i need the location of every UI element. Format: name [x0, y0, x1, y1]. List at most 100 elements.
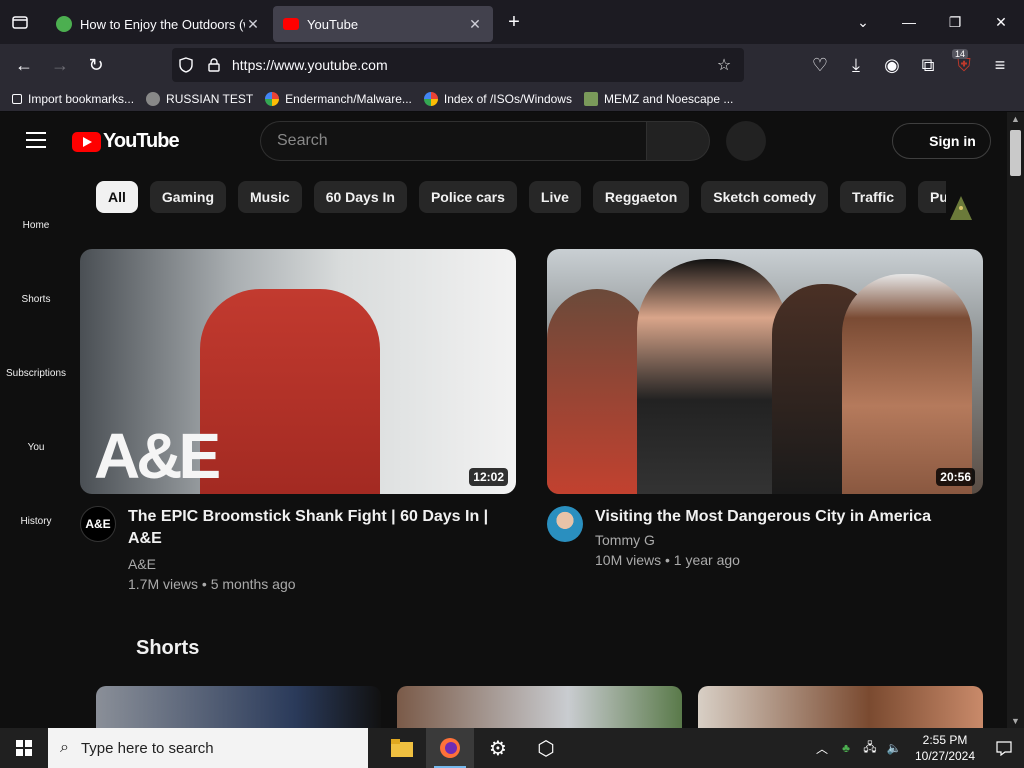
- maximize-button[interactable]: ❐: [932, 0, 978, 44]
- scrollbar-thumb[interactable]: [1010, 130, 1021, 176]
- video-stats: 10M views • 1 year ago: [595, 552, 740, 568]
- search-button[interactable]: [646, 121, 710, 161]
- bookmark-import[interactable]: Import bookmarks...: [12, 92, 134, 106]
- video-thumbnail[interactable]: A&E 12:02: [80, 249, 516, 494]
- new-tab-button[interactable]: +: [497, 5, 531, 39]
- close-window-button[interactable]: ✕: [978, 0, 1024, 44]
- video-title[interactable]: Visiting the Most Dangerous City in Amer…: [595, 506, 931, 528]
- file-explorer-icon[interactable]: [378, 728, 426, 768]
- bookmark-endermanch[interactable]: Endermanch/Malware...: [265, 91, 412, 106]
- tab-bar: How to Enjoy the Outdoors (wit ✕ YouTube…: [0, 0, 1024, 44]
- bookmarks-bar: Import bookmarks... RUSSIAN TEST Enderma…: [0, 86, 1024, 112]
- sidebar-item-you[interactable]: You: [0, 442, 72, 453]
- extensions-icon[interactable]: ⧉: [910, 49, 946, 81]
- lock-icon[interactable]: [200, 58, 228, 72]
- downloads-icon[interactable]: ⤓: [838, 49, 874, 81]
- tab-overflow-chevron-icon[interactable]: ⌄: [840, 0, 886, 44]
- minimize-button[interactable]: —: [886, 0, 932, 44]
- chip-sketch-comedy[interactable]: Sketch comedy: [701, 181, 828, 213]
- logo-text: YouTube: [103, 130, 180, 152]
- notification-icon[interactable]: [984, 740, 1024, 756]
- bookmark-label: Index of /ISOs/Windows: [443, 91, 572, 106]
- sidebar-item-home[interactable]: Home: [0, 220, 72, 231]
- taskbar-search-input[interactable]: ⌕ Type here to search: [48, 728, 368, 768]
- firefox-icon[interactable]: [426, 728, 474, 768]
- chip-punch[interactable]: Punch: [918, 181, 946, 213]
- chip-60-days-in[interactable]: 60 Days In: [313, 181, 407, 213]
- bookmark-isos[interactable]: Index of /ISOs/Windows: [423, 91, 572, 106]
- scroll-down-icon[interactable]: ▼: [1007, 716, 1024, 726]
- short-thumbnail[interactable]: [96, 686, 381, 728]
- chip-police-cars[interactable]: Police cars: [418, 181, 517, 213]
- youtube-logo[interactable]: YouTube: [72, 130, 180, 153]
- nav-bar: ← → ↻ https://www.youtube.com ☆ ♡ ⤓ ◉ ⧉ …: [0, 44, 1024, 86]
- 3d-viewer-icon[interactable]: ⬡: [522, 728, 570, 768]
- thumbnail-figure: [200, 289, 380, 494]
- menu-icon[interactable]: ≡: [982, 49, 1018, 81]
- chip-bar: All Gaming Music 60 Days In Police cars …: [96, 181, 946, 213]
- volume-icon[interactable]: 🔈: [882, 741, 906, 755]
- bookmark-russian-test[interactable]: RUSSIAN TEST: [146, 91, 253, 106]
- search-icon: ⌕: [60, 739, 69, 756]
- bookmark-memz[interactable]: MEMZ and Noescape ...: [583, 91, 734, 106]
- youtube-page: YouTube Search Sign in Home Shorts Subsc…: [0, 112, 1007, 728]
- short-thumbnail[interactable]: [397, 686, 682, 728]
- import-icon: [12, 93, 22, 104]
- start-button[interactable]: [0, 728, 48, 768]
- sign-in-button[interactable]: Sign in: [892, 123, 991, 159]
- chip-music[interactable]: Music: [238, 181, 302, 213]
- guide-menu-icon[interactable]: [26, 132, 46, 148]
- pocket-icon[interactable]: ♡: [802, 49, 838, 81]
- sidebar-item-history[interactable]: History: [0, 516, 72, 527]
- channel-avatar[interactable]: A&E: [80, 506, 116, 542]
- chip-reggaeton[interactable]: Reggaeton: [592, 181, 690, 213]
- video-card[interactable]: 20:56 Visiting the Most Dangerous City i…: [547, 249, 983, 570]
- chip-gaming[interactable]: Gaming: [149, 181, 227, 213]
- chip-all[interactable]: All: [96, 181, 138, 213]
- system-tray: ︿ ♣ 🖧 🔈 2:55 PM 10/27/2024: [810, 728, 1024, 768]
- bookmark-label: MEMZ and Noescape ...: [603, 91, 734, 106]
- reload-button[interactable]: ↻: [78, 49, 114, 81]
- tray-app-icon[interactable]: ♣: [834, 741, 858, 755]
- sign-in-label: Sign in: [929, 133, 976, 149]
- chip-traffic[interactable]: Traffic: [839, 181, 906, 213]
- bookmark-label: Endermanch/Malware...: [285, 91, 412, 106]
- forward-button[interactable]: →: [42, 49, 78, 81]
- tab-list-button[interactable]: [0, 0, 40, 44]
- shield-icon[interactable]: [172, 57, 200, 73]
- tab-youtube[interactable]: YouTube ✕: [273, 6, 493, 42]
- page-scrollbar[interactable]: ▲ ▼: [1007, 112, 1024, 728]
- tab-title: YouTube: [307, 16, 359, 32]
- back-button[interactable]: ←: [6, 49, 42, 81]
- search-input[interactable]: Search: [260, 121, 646, 161]
- channel-name[interactable]: Tommy G: [595, 530, 931, 550]
- windows-icon: [16, 740, 32, 756]
- channel-avatar[interactable]: [547, 506, 583, 542]
- image-icon: [583, 91, 598, 106]
- google-icon: [423, 91, 438, 106]
- tab-title: How to Enjoy the Outdoors (wit: [80, 16, 245, 32]
- doodle-icon[interactable]: [946, 194, 986, 224]
- video-title[interactable]: The EPIC Broomstick Shank Fight | 60 Day…: [128, 506, 516, 550]
- close-tab-icon[interactable]: ✕: [467, 16, 483, 33]
- tab-favicon-icon: [56, 16, 72, 32]
- close-tab-icon[interactable]: ✕: [245, 16, 261, 33]
- tab-outdoors[interactable]: How to Enjoy the Outdoors (wit ✕: [46, 6, 271, 42]
- video-thumbnail[interactable]: 20:56: [547, 249, 983, 494]
- short-thumbnail[interactable]: [698, 686, 983, 728]
- scroll-up-icon[interactable]: ▲: [1007, 114, 1024, 124]
- clock[interactable]: 2:55 PM 10/27/2024: [906, 732, 984, 764]
- video-card[interactable]: A&E 12:02 A&E The EPIC Broomstick Shank …: [80, 249, 516, 594]
- thumbnail-figure: [637, 259, 787, 494]
- network-icon[interactable]: 🖧: [858, 738, 882, 759]
- sidebar-item-shorts[interactable]: Shorts: [0, 294, 72, 305]
- account-icon[interactable]: ◉: [874, 49, 910, 81]
- address-bar[interactable]: https://www.youtube.com ☆: [172, 48, 744, 82]
- bookmark-star-icon[interactable]: ☆: [710, 55, 738, 75]
- channel-name[interactable]: A&E: [128, 554, 516, 574]
- voice-search-button[interactable]: [726, 121, 766, 161]
- chip-live[interactable]: Live: [528, 181, 581, 213]
- sidebar-item-subscriptions[interactable]: Subscriptions: [0, 368, 72, 379]
- settings-gear-icon[interactable]: ⚙: [474, 728, 522, 768]
- chevron-up-icon[interactable]: ︿: [810, 740, 834, 757]
